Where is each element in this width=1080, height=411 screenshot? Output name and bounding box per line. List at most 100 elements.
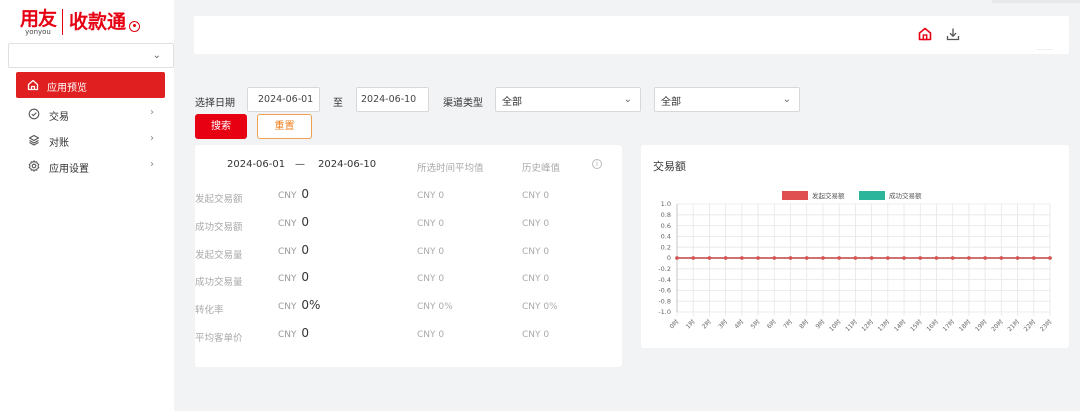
search-button[interactable]: 搜索 — [195, 114, 247, 139]
series-point — [869, 256, 874, 260]
y-tick-label: 1.0 — [661, 200, 671, 208]
range-end: 2024-06-10 — [318, 159, 377, 170]
stat-avg: CNY 0 — [417, 274, 445, 284]
stat-label: 平均客单价 — [195, 333, 243, 344]
x-tick-label: 2时 — [700, 318, 713, 331]
org-select[interactable]: ⌄ — [8, 43, 174, 68]
chevron-right-icon: › — [150, 133, 154, 144]
stat-value: CNY 0 — [278, 326, 310, 340]
stat-row: 发起交易额 CNY 0 CNY 0 CNY 0 — [195, 187, 622, 207]
stat-avg: CNY 0 — [417, 247, 445, 257]
legend-swatch — [859, 191, 885, 200]
chevron-down-icon: ⌄ — [623, 94, 632, 105]
info-icon[interactable]: i — [592, 159, 602, 169]
layers-icon — [27, 133, 40, 146]
sidebar-item-transactions[interactable]: 交易 › — [0, 102, 174, 126]
stat-value: CNY 0 — [278, 270, 310, 284]
series-point — [837, 256, 841, 260]
sidebar-item-reconciliation[interactable]: 对账 › — [0, 128, 174, 152]
series-point — [772, 256, 777, 260]
avg-column-header: 所选时间平均值 — [417, 163, 484, 174]
sidebar-item-app-overview[interactable]: 应用预览 — [16, 72, 165, 98]
x-tick-label: 3时 — [716, 318, 729, 331]
stat-row: 成功交易额 CNY 0 CNY 0 CNY 0 — [195, 215, 622, 235]
x-tick-label: 7时 — [781, 318, 794, 331]
legend-swatch — [782, 191, 808, 200]
channel-type-label: 渠道类型 — [443, 98, 483, 109]
stat-value: CNY 0% — [278, 298, 321, 312]
stat-value: CNY 0 — [278, 215, 310, 229]
series-point — [821, 256, 825, 260]
series-point — [804, 256, 809, 260]
y-tick-label: -0.4 — [658, 276, 671, 284]
x-tick-label: 18时 — [957, 318, 972, 333]
y-tick-label: 0.8 — [661, 211, 671, 219]
home-icon — [26, 78, 39, 91]
x-tick-label: 6时 — [765, 318, 778, 331]
end-date-input[interactable]: 2024-06-10 — [356, 87, 429, 112]
start-date-input[interactable]: 2024-06-01 — [247, 87, 320, 112]
logo-brand-big: 用友 — [20, 7, 57, 30]
stat-row: 转化率 CNY 0% CNY 0% CNY 0% — [195, 298, 622, 318]
stat-label: 成功交易额 — [195, 222, 243, 233]
stat-label: 发起交易量 — [195, 250, 243, 261]
chevron-down-icon: ⌄ — [152, 50, 161, 61]
series-point — [950, 256, 955, 260]
sidebar-menu: 应用预览 交易 › 对账 › 应用设置 › — [0, 72, 174, 180]
stat-hist: CNY 0% — [522, 302, 558, 312]
series-point — [983, 256, 987, 260]
x-tick-label: 10时 — [827, 318, 842, 333]
download-icon[interactable] — [945, 26, 961, 42]
x-tick-label: 5时 — [749, 318, 762, 331]
stat-row: 平均客单价 CNY 0 CNY 0 CNY 0 — [195, 326, 622, 346]
check-circle-icon — [27, 107, 40, 120]
sidebar-item-app-settings[interactable]: 应用设置 › — [0, 154, 174, 178]
reset-button[interactable]: 重置 — [257, 114, 312, 139]
y-tick-label: -0.6 — [658, 287, 671, 295]
stat-hist: CNY 0 — [522, 247, 550, 257]
to-label: 至 — [333, 98, 343, 109]
x-tick-label: 14时 — [892, 318, 907, 333]
stat-hist: CNY 0 — [522, 330, 550, 340]
series-point — [853, 256, 858, 260]
chevron-right-icon: › — [150, 159, 154, 170]
x-tick-label: 15时 — [908, 318, 923, 333]
stat-row: 发起交易量 CNY 0 CNY 0 CNY 0 — [195, 243, 622, 263]
stat-avg: CNY 0 — [417, 219, 445, 229]
x-tick-label: 23时 — [1038, 318, 1053, 333]
series-point — [967, 256, 971, 260]
x-tick-label: 19时 — [973, 318, 988, 333]
stat-row: 成功交易量 CNY 0 CNY 0 CNY 0 — [195, 270, 622, 290]
channel-type-select[interactable]: 全部 ⌄ — [495, 87, 641, 112]
y-tick-label: 0.4 — [661, 233, 671, 241]
x-tick-label: 11时 — [844, 318, 859, 333]
top-bar-divider — [1037, 49, 1053, 50]
y-tick-label: 0.6 — [661, 222, 671, 230]
series-point — [1015, 256, 1020, 260]
y-tick-label: -0.2 — [658, 265, 671, 273]
series-point — [918, 256, 923, 260]
stat-value: CNY 0 — [278, 187, 310, 201]
x-tick-label: 13时 — [876, 318, 891, 333]
home-icon[interactable] — [917, 26, 933, 42]
range-start: 2024-06-01 — [227, 159, 286, 170]
stat-hist: CNY 0 — [522, 274, 550, 284]
x-tick-label: 4时 — [733, 318, 746, 331]
chart-card: 交易额 发起交易额 成功交易额 1.0 0.8 0.6 0.4 0.2 0 -0.2 -0.4 -0… — [641, 145, 1069, 348]
y-tick-label: 0 — [667, 254, 671, 262]
x-tick-label: 20时 — [989, 318, 1004, 333]
stat-label: 成功交易量 — [195, 277, 243, 288]
x-tick-label: 12时 — [860, 318, 875, 333]
logo-mark-icon — [129, 20, 141, 32]
series-point — [902, 256, 906, 260]
series-point — [886, 256, 890, 260]
stat-label: 发起交易额 — [195, 194, 243, 205]
secondary-select[interactable]: 全部 ⌄ — [654, 87, 800, 112]
secondary-select-value: 全部 — [661, 97, 681, 108]
y-tick-label: -1.0 — [658, 308, 671, 316]
legend-label: 成功交易额 — [889, 191, 922, 200]
series-point — [788, 256, 793, 260]
chevron-down-icon: ⌄ — [782, 94, 791, 105]
stat-hist: CNY 0 — [522, 191, 550, 201]
stat-hist: CNY 0 — [522, 219, 550, 229]
